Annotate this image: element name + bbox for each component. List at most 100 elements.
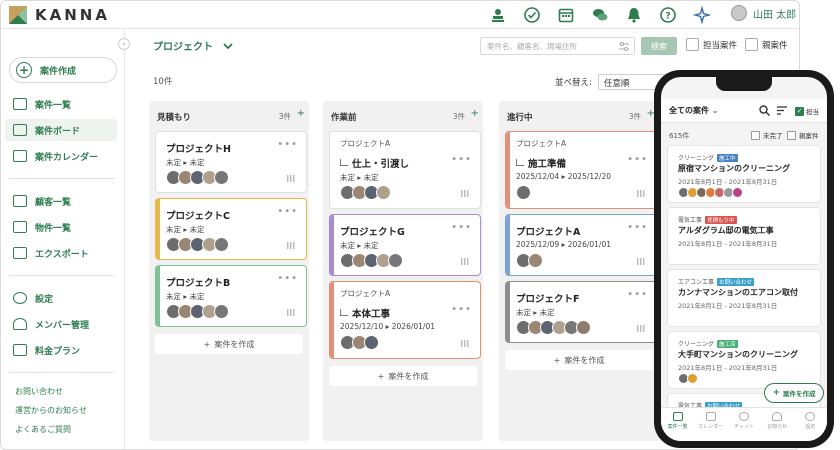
- add-case-label: 案件を作成: [564, 355, 605, 365]
- case-card[interactable]: プロジェクトG ••• 未定 ▸ 未定: [329, 214, 481, 276]
- tab-settings[interactable]: 設定: [794, 408, 827, 441]
- phone-case-card[interactable]: クリーニング 施工済 大手町マンションのクリーニング 2021年8月1日 - 20…: [667, 331, 821, 389]
- stamp-icon[interactable]: [481, 5, 515, 25]
- card-dates: 2025/12/04 ▸ 2025/12/20: [516, 172, 611, 181]
- more-icon[interactable]: •••: [277, 139, 298, 150]
- drag-handle-icon[interactable]: [637, 325, 646, 332]
- more-icon[interactable]: •••: [277, 206, 298, 217]
- sidebar-item-settings[interactable]: 設定: [5, 287, 117, 309]
- add-case-label: 案件を作成: [388, 371, 429, 381]
- card-dates: 未定 ▸ 未定: [166, 292, 205, 301]
- case-card[interactable]: プロジェクトA 仕上・引渡し ••• 未定 ▸ 未定: [329, 131, 481, 209]
- sidebar-item-case-calendar[interactable]: 案件カレンダー: [5, 145, 117, 167]
- more-icon[interactable]: •••: [627, 154, 648, 165]
- sidebar-item-export[interactable]: エクスポート: [5, 242, 117, 264]
- building-icon: [13, 221, 27, 233]
- sidebar-item-properties[interactable]: 物件一覧: [5, 216, 117, 238]
- assigned-filter[interactable]: 担当案件: [686, 38, 737, 51]
- user-menu[interactable]: 山田 太郎: [731, 5, 796, 21]
- tab-case-list[interactable]: 案件一覧: [661, 408, 694, 441]
- sidebar-item-case-list[interactable]: 案件一覧: [5, 93, 117, 115]
- help-icon[interactable]: ?: [651, 5, 685, 25]
- add-case-button[interactable]: + 案件を作成: [329, 366, 477, 386]
- column-add-button[interactable]: +: [297, 108, 305, 119]
- news-link[interactable]: 運営からのお知らせ: [15, 405, 87, 416]
- tab-label: チャット: [734, 424, 754, 430]
- sidebar-item-members[interactable]: メンバー管理: [5, 313, 117, 335]
- more-icon[interactable]: •••: [627, 222, 648, 233]
- case-title: アルダグラム邸の電気工事: [678, 226, 774, 235]
- phone-create-case-button[interactable]: + 案件を作成: [764, 383, 824, 403]
- sparkle-icon[interactable]: [685, 5, 719, 25]
- case-title: 原宿マンションのクリーニング: [678, 164, 790, 173]
- logo[interactable]: KANNA: [9, 6, 110, 24]
- drag-handle-icon[interactable]: [461, 258, 470, 265]
- sort-icon[interactable]: [777, 106, 787, 115]
- avatar: [516, 185, 531, 200]
- tab-label: お知らせ: [767, 424, 788, 430]
- incomplete-checkbox[interactable]: [751, 130, 760, 140]
- drag-handle-icon[interactable]: [637, 190, 646, 197]
- more-icon[interactable]: •••: [451, 154, 472, 165]
- drag-handle-icon[interactable]: [461, 190, 470, 197]
- drag-handle-icon[interactable]: [461, 340, 470, 347]
- faq-link[interactable]: よくあるご質問: [15, 424, 71, 435]
- more-icon[interactable]: •••: [277, 273, 298, 284]
- more-icon[interactable]: •••: [451, 222, 472, 233]
- sidebar-item-customers[interactable]: 顧客一覧: [5, 190, 117, 212]
- case-card[interactable]: プロジェクトC ••• 未定 ▸ 未定: [155, 198, 307, 260]
- phone-list-selector[interactable]: 全ての案件 ⌄: [669, 105, 719, 116]
- case-card[interactable]: プロジェクトA 本体工事 ••• 2025/12/10 ▸ 2026/01/01: [329, 281, 481, 359]
- phone-incomplete-filter[interactable]: 未完了: [751, 130, 783, 140]
- search-icon[interactable]: [759, 105, 770, 116]
- card-title: プロジェクトB: [166, 275, 230, 289]
- card-parent: プロジェクトA: [340, 289, 391, 298]
- calendar-icon: [13, 150, 27, 162]
- card-title: 施工準備: [516, 156, 566, 170]
- search-button[interactable]: 検索: [641, 37, 677, 55]
- case-card[interactable]: プロジェクトF ••• 未定 ▸ 未定: [505, 281, 657, 343]
- sidebar-item-pricing[interactable]: 料金プラン: [5, 339, 117, 361]
- assigned-checkbox[interactable]: [686, 38, 699, 51]
- phone-parent-filter[interactable]: 親案件: [787, 130, 819, 140]
- category-label: エアコン工事: [678, 279, 715, 286]
- more-icon[interactable]: •••: [627, 289, 648, 300]
- drag-handle-icon[interactable]: [287, 175, 296, 182]
- case-card[interactable]: プロジェクトB ••• 未定 ▸ 未定: [155, 265, 307, 327]
- contact-link[interactable]: お問い合わせ: [15, 386, 63, 397]
- drag-handle-icon[interactable]: [287, 242, 296, 249]
- chat-icon[interactable]: [583, 5, 617, 25]
- project-selector[interactable]: プロジェクト: [153, 38, 233, 53]
- add-case-button[interactable]: + 案件を作成: [505, 350, 653, 370]
- parent-filter[interactable]: 親案件: [745, 38, 788, 51]
- phone-case-card[interactable]: クリーニング 施工中 原宿マンションのクリーニング 2021年8月1日 - 202…: [667, 145, 821, 203]
- column-add-button[interactable]: +: [471, 108, 479, 119]
- sidebar-item-case-board[interactable]: 案件ボード: [5, 119, 117, 141]
- search-input[interactable]: 案件名、顧客名、現場住所: [480, 37, 635, 55]
- checkbox-checked-icon[interactable]: ✓: [795, 106, 804, 116]
- add-case-button[interactable]: + 案件を作成: [155, 334, 303, 354]
- drag-handle-icon[interactable]: [287, 309, 296, 316]
- sidebar-collapse-button[interactable]: ‹: [118, 38, 130, 50]
- status-badge: 施工中: [717, 153, 738, 162]
- chevron-down-icon: [223, 42, 233, 49]
- case-card[interactable]: プロジェクトA 施工準備 ••• 2025/12/04 ▸ 2025/12/20: [505, 131, 657, 209]
- create-case-button[interactable]: + 案件作成: [9, 57, 117, 83]
- phone-case-card[interactable]: 電気工事 見積もり中 アルダグラム邸の電気工事 2021年8月1日 - 2021年…: [667, 207, 821, 265]
- calendar-icon[interactable]: [549, 5, 583, 25]
- case-card[interactable]: プロジェクトA ••• 2025/12/09 ▸ 2026/01/01: [505, 214, 657, 276]
- phone-case-card[interactable]: エアコン工事 お問い合わせ カンナマンションのエアコン取付 2021年8月1日 -…: [667, 269, 821, 327]
- tab-notifications[interactable]: お知らせ: [761, 408, 794, 441]
- parent-checkbox[interactable]: [745, 38, 758, 51]
- parent-checkbox[interactable]: [787, 130, 796, 140]
- more-icon[interactable]: •••: [451, 304, 472, 315]
- bell-icon[interactable]: [617, 5, 651, 25]
- phone-assigned-filter[interactable]: ✓ 担当: [795, 106, 819, 116]
- tab-chat[interactable]: チャット: [727, 408, 760, 441]
- tab-calendar[interactable]: カレンダー: [694, 408, 727, 441]
- filter-icon[interactable]: [619, 42, 629, 51]
- case-dates: 2021年8月1日 - 2021年8月31日: [678, 240, 778, 248]
- check-circle-icon[interactable]: [515, 5, 549, 25]
- case-card[interactable]: プロジェクトH ••• 未定 ▸ 未定: [155, 131, 307, 193]
- drag-handle-icon[interactable]: [637, 258, 646, 265]
